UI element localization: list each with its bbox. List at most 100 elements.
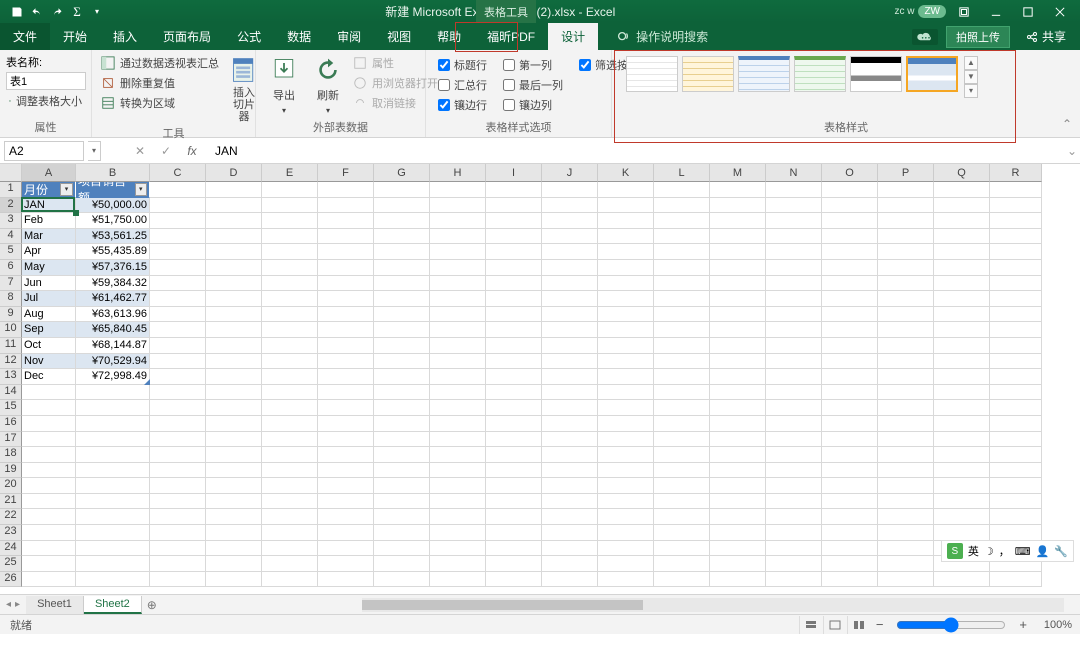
cell[interactable]: [76, 478, 150, 494]
cell[interactable]: [598, 229, 654, 245]
first-column-checkbox[interactable]: 第一列: [501, 56, 565, 74]
cell[interactable]: [654, 229, 710, 245]
share-button[interactable]: 共享: [1018, 26, 1074, 47]
cell[interactable]: [318, 509, 374, 525]
column-header[interactable]: K: [598, 164, 654, 182]
cell[interactable]: [542, 354, 598, 370]
cell[interactable]: [486, 385, 542, 401]
cell[interactable]: [262, 385, 318, 401]
cell[interactable]: [430, 354, 486, 370]
cell[interactable]: [206, 307, 262, 323]
cell[interactable]: [934, 182, 990, 198]
tab-公式[interactable]: 公式: [224, 23, 274, 50]
cell[interactable]: [934, 494, 990, 510]
ime-moon-icon[interactable]: ☽: [984, 545, 994, 558]
row-header[interactable]: 21: [0, 494, 22, 510]
cell[interactable]: [542, 198, 598, 214]
cell[interactable]: [822, 572, 878, 588]
cell[interactable]: [990, 229, 1042, 245]
style-thumb[interactable]: [682, 56, 734, 92]
cell[interactable]: [934, 416, 990, 432]
cell[interactable]: [486, 229, 542, 245]
cell[interactable]: [262, 416, 318, 432]
cell[interactable]: [430, 385, 486, 401]
cell[interactable]: [710, 182, 766, 198]
cell[interactable]: [486, 416, 542, 432]
cell[interactable]: [710, 525, 766, 541]
tab-福昕PDF[interactable]: 福昕PDF: [474, 23, 548, 50]
redo-icon[interactable]: [48, 3, 66, 21]
style-thumb[interactable]: [738, 56, 790, 92]
gallery-more-icon[interactable]: ▾: [964, 84, 978, 98]
cell[interactable]: [710, 260, 766, 276]
cell[interactable]: [262, 307, 318, 323]
cell[interactable]: [822, 509, 878, 525]
cell[interactable]: [150, 354, 206, 370]
cell[interactable]: [766, 572, 822, 588]
cell[interactable]: [22, 572, 76, 588]
cell[interactable]: [486, 322, 542, 338]
cell[interactable]: [990, 369, 1042, 385]
sheet-tab[interactable]: Sheet2: [84, 596, 142, 614]
gallery-down-icon[interactable]: ▼: [964, 70, 978, 84]
column-header[interactable]: F: [318, 164, 374, 182]
cell[interactable]: [990, 213, 1042, 229]
cell[interactable]: [878, 400, 934, 416]
cell[interactable]: [262, 354, 318, 370]
ime-settings-icon[interactable]: 🔧: [1054, 545, 1068, 558]
cell[interactable]: [990, 307, 1042, 323]
cell[interactable]: [430, 572, 486, 588]
column-header[interactable]: H: [430, 164, 486, 182]
cell[interactable]: [710, 463, 766, 479]
cell[interactable]: [878, 182, 934, 198]
cell[interactable]: [598, 572, 654, 588]
cell[interactable]: [542, 400, 598, 416]
table-name-input[interactable]: [6, 72, 86, 90]
cell[interactable]: [206, 338, 262, 354]
cell[interactable]: [206, 260, 262, 276]
cell[interactable]: [76, 541, 150, 557]
horizontal-scrollbar[interactable]: [162, 598, 1080, 612]
cell[interactable]: Feb: [22, 213, 76, 229]
cell[interactable]: [710, 244, 766, 260]
cell[interactable]: [990, 525, 1042, 541]
cell[interactable]: [766, 198, 822, 214]
cell[interactable]: [934, 447, 990, 463]
ribbon-display-icon[interactable]: [950, 1, 978, 23]
cell[interactable]: [22, 494, 76, 510]
cell[interactable]: [934, 338, 990, 354]
cell[interactable]: [76, 556, 150, 572]
cell[interactable]: [766, 260, 822, 276]
cell[interactable]: [318, 369, 374, 385]
normal-view-icon[interactable]: [799, 616, 823, 634]
cell[interactable]: [486, 463, 542, 479]
cell[interactable]: [150, 572, 206, 588]
cell[interactable]: [934, 385, 990, 401]
cell[interactable]: [318, 432, 374, 448]
cell[interactable]: [990, 478, 1042, 494]
cell[interactable]: [430, 432, 486, 448]
convert-to-range-button[interactable]: 转换为区域: [98, 94, 222, 112]
cell[interactable]: [878, 556, 934, 572]
cell[interactable]: [430, 260, 486, 276]
cell[interactable]: Apr: [22, 244, 76, 260]
cell[interactable]: [710, 385, 766, 401]
cell[interactable]: [654, 244, 710, 260]
cell[interactable]: [542, 385, 598, 401]
cell[interactable]: [150, 213, 206, 229]
cell[interactable]: [542, 291, 598, 307]
cell[interactable]: [710, 213, 766, 229]
cell[interactable]: [486, 291, 542, 307]
cell[interactable]: [542, 572, 598, 588]
row-header[interactable]: 6: [0, 260, 22, 276]
banded-rows-checkbox[interactable]: 镶边行: [436, 96, 489, 114]
cell[interactable]: ¥59,384.32: [76, 276, 150, 292]
cell[interactable]: [430, 463, 486, 479]
style-thumb[interactable]: [906, 56, 958, 92]
cell[interactable]: [878, 525, 934, 541]
cell[interactable]: [710, 307, 766, 323]
row-header[interactable]: 18: [0, 447, 22, 463]
cell[interactable]: [934, 276, 990, 292]
cell[interactable]: [598, 260, 654, 276]
cell[interactable]: [430, 494, 486, 510]
